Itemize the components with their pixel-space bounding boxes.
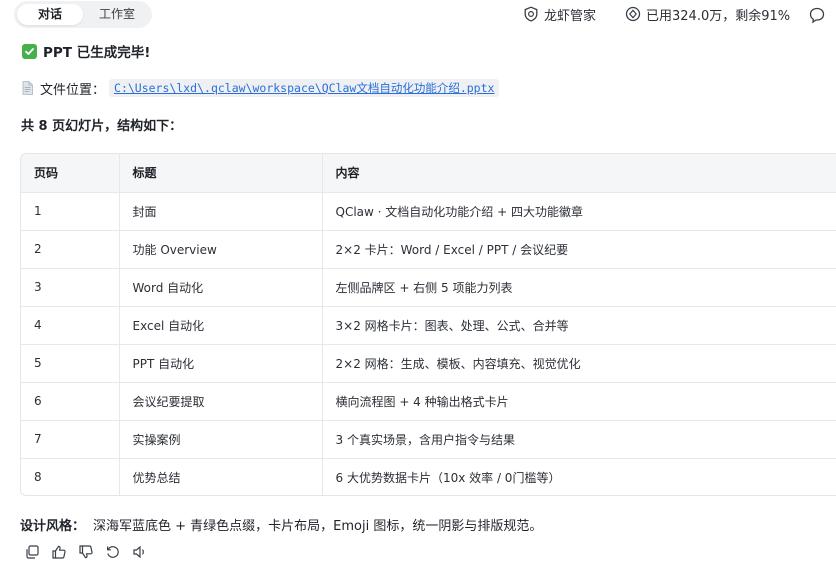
- message-heading: PPT 已生成完毕!: [22, 41, 150, 61]
- cell-content: 2×2 卡片：Word / Excel / PPT / 会议纪要: [322, 230, 836, 269]
- cell-page: 2: [21, 230, 120, 269]
- tab-chat[interactable]: 对话: [17, 4, 83, 25]
- thumbs-down-icon[interactable]: [78, 544, 94, 560]
- table-row: 8 优势总结 6 大优势数据卡片（10x 效率 / 0门槛等）: [21, 458, 836, 495]
- cell-title: Word 自动化: [119, 268, 323, 307]
- file-location-label: 文件位置：: [40, 82, 106, 98]
- shield-icon: [523, 6, 539, 22]
- cell-title: PPT 自动化: [119, 344, 323, 383]
- token-quota-icon: [625, 6, 641, 22]
- copy-icon[interactable]: [24, 544, 40, 560]
- column-header-content: 内容: [322, 154, 836, 193]
- thumbs-up-icon[interactable]: [51, 544, 67, 560]
- quota-label: 已用324.0万，剩余91%: [646, 8, 791, 24]
- tab-switcher: 对话 工作室: [14, 1, 152, 28]
- retry-icon[interactable]: [105, 544, 121, 560]
- volume-icon[interactable]: [132, 544, 148, 560]
- table-header-row: 页码 标题 内容: [21, 154, 836, 193]
- cell-page: 5: [21, 344, 120, 383]
- cell-page: 3: [21, 268, 120, 307]
- cell-content: 3 个真实场景，含用户指令与结果: [322, 420, 836, 459]
- brand-label: 龙虾管家: [544, 8, 597, 24]
- cell-title: 会议纪要提取: [119, 382, 323, 421]
- column-header-title: 标题: [119, 154, 323, 193]
- file-location: 文件位置： C:\Users\lxd\.qclaw\workspace\QCla…: [22, 78, 500, 98]
- cell-page: 6: [21, 382, 120, 421]
- cell-page: 7: [21, 420, 120, 459]
- table-row: 5 PPT 自动化 2×2 网格：生成、模板、内容填充、视觉优化: [21, 344, 836, 383]
- cell-content: 2×2 网格：生成、模板、内容填充、视觉优化: [322, 344, 836, 383]
- cell-title: 优势总结: [119, 458, 323, 495]
- tab-studio[interactable]: 工作室: [84, 4, 150, 25]
- design-style: 设计风格： 深海军蓝底色 + 青绿色点缀，卡片布局，Emoji 图标，统一阴影与…: [20, 515, 543, 534]
- cell-content: 3×2 网格卡片：图表、处理、公式、合并等: [322, 306, 836, 345]
- table-row: 1 封面 QClaw · 文档自动化功能介绍 + 四大功能徽章: [21, 192, 836, 231]
- table-row: 2 功能 Overview 2×2 卡片：Word / Excel / PPT …: [21, 230, 836, 269]
- table-row: 4 Excel 自动化 3×2 网格卡片：图表、处理、公式、合并等: [21, 306, 836, 345]
- table-row: 7 实操案例 3 个真实场景，含用户指令与结果: [21, 420, 836, 459]
- cell-page: 8: [21, 458, 120, 495]
- quota-status[interactable]: 已用324.0万，剩余91%: [625, 5, 791, 24]
- table-row: 6 会议纪要提取 横向流程图 + 4 种输出格式卡片: [21, 382, 836, 421]
- table-row: 3 Word 自动化 左侧品牌区 + 右侧 5 项能力列表: [21, 268, 836, 307]
- cell-content: 左侧品牌区 + 右侧 5 项能力列表: [322, 268, 836, 307]
- cell-content: QClaw · 文档自动化功能介绍 + 四大功能徽章: [322, 192, 836, 231]
- cell-page: 1: [21, 192, 120, 231]
- design-style-label: 设计风格：: [20, 518, 86, 534]
- design-style-text: 深海军蓝底色 + 青绿色点缀，卡片布局，Emoji 图标，统一阴影与排版规范。: [93, 518, 543, 534]
- cell-title: 封面: [119, 192, 323, 231]
- check-icon: [22, 43, 37, 59]
- file-path-link[interactable]: C:\Users\lxd\.qclaw\workspace\QClaw文档自动化…: [109, 79, 500, 97]
- brand-status[interactable]: 龙虾管家: [523, 5, 597, 24]
- document-icon: [22, 81, 33, 95]
- slide-summary: 共 8 页幻灯片，结构如下：: [21, 119, 183, 134]
- cell-content: 6 大优势数据卡片（10x 效率 / 0门槛等）: [322, 458, 836, 495]
- cell-title: Excel 自动化: [119, 306, 323, 345]
- slides-table: 页码 标题 内容 1 封面 QClaw · 文档自动化功能介绍 + 四大功能徽章…: [20, 153, 836, 496]
- chat-bubble-icon[interactable]: [808, 6, 826, 24]
- column-header-page: 页码: [21, 154, 120, 193]
- top-bar: 对话 工作室 龙虾管家 已用324.0万，剩余91%: [0, 0, 836, 30]
- cell-title: 实操案例: [119, 420, 323, 459]
- cell-content: 横向流程图 + 4 种输出格式卡片: [322, 382, 836, 421]
- cell-title: 功能 Overview: [119, 230, 323, 269]
- cell-page: 4: [21, 306, 120, 345]
- heading-text: PPT 已生成完毕!: [43, 45, 151, 61]
- message-actions: [24, 544, 159, 560]
